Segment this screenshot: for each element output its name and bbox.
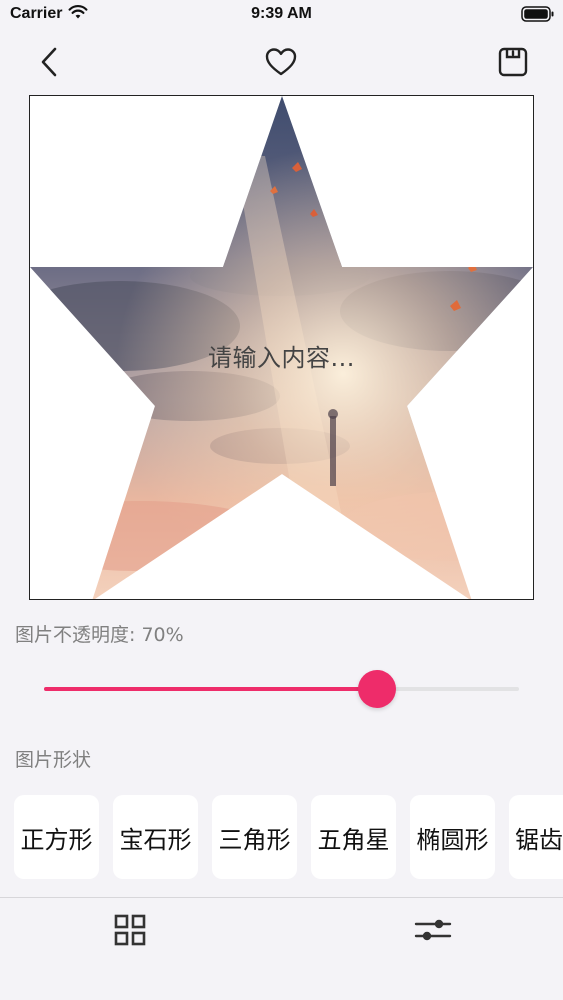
shape-option-star[interactable]: 五角星 bbox=[311, 795, 396, 879]
shape-option-triangle[interactable]: 三角形 bbox=[212, 795, 297, 879]
sliders-icon bbox=[414, 919, 452, 941]
like-button[interactable] bbox=[259, 38, 303, 86]
opacity-slider[interactable] bbox=[44, 668, 519, 710]
bottom-tab-bar bbox=[0, 898, 563, 1000]
heart-icon bbox=[265, 48, 297, 76]
chevron-left-icon bbox=[41, 47, 57, 77]
opacity-label: 图片不透明度: 70% bbox=[15, 624, 184, 646]
shape-option-ellipse[interactable]: 椭圆形 bbox=[410, 795, 495, 879]
shape-option-gem[interactable]: 宝石形 bbox=[113, 795, 198, 879]
back-button[interactable] bbox=[28, 38, 72, 86]
shape-section-label: 图片形状 bbox=[15, 749, 92, 771]
shape-options-list: 正方形 宝石形 三角形 五角星 椭圆形 锯齿 bbox=[14, 795, 563, 879]
slider-fill bbox=[44, 687, 377, 691]
battery-icon bbox=[521, 5, 555, 28]
overlay-text-placeholder[interactable]: 请输入内容... bbox=[30, 338, 533, 373]
shape-option-square[interactable]: 正方形 bbox=[14, 795, 99, 879]
save-icon bbox=[498, 47, 528, 77]
nav-bar bbox=[0, 38, 563, 86]
grid-icon bbox=[114, 914, 146, 946]
status-bar: Carrier 9:39 AM bbox=[0, 0, 563, 30]
shape-option-sawtooth[interactable]: 锯齿 bbox=[509, 795, 563, 879]
tab-adjust[interactable] bbox=[411, 910, 455, 950]
image-canvas[interactable]: 请输入内容... bbox=[29, 95, 534, 600]
tab-layout[interactable] bbox=[108, 910, 152, 950]
clock: 9:39 AM bbox=[251, 5, 312, 22]
save-button[interactable] bbox=[491, 38, 535, 86]
slider-thumb[interactable] bbox=[357, 670, 396, 708]
